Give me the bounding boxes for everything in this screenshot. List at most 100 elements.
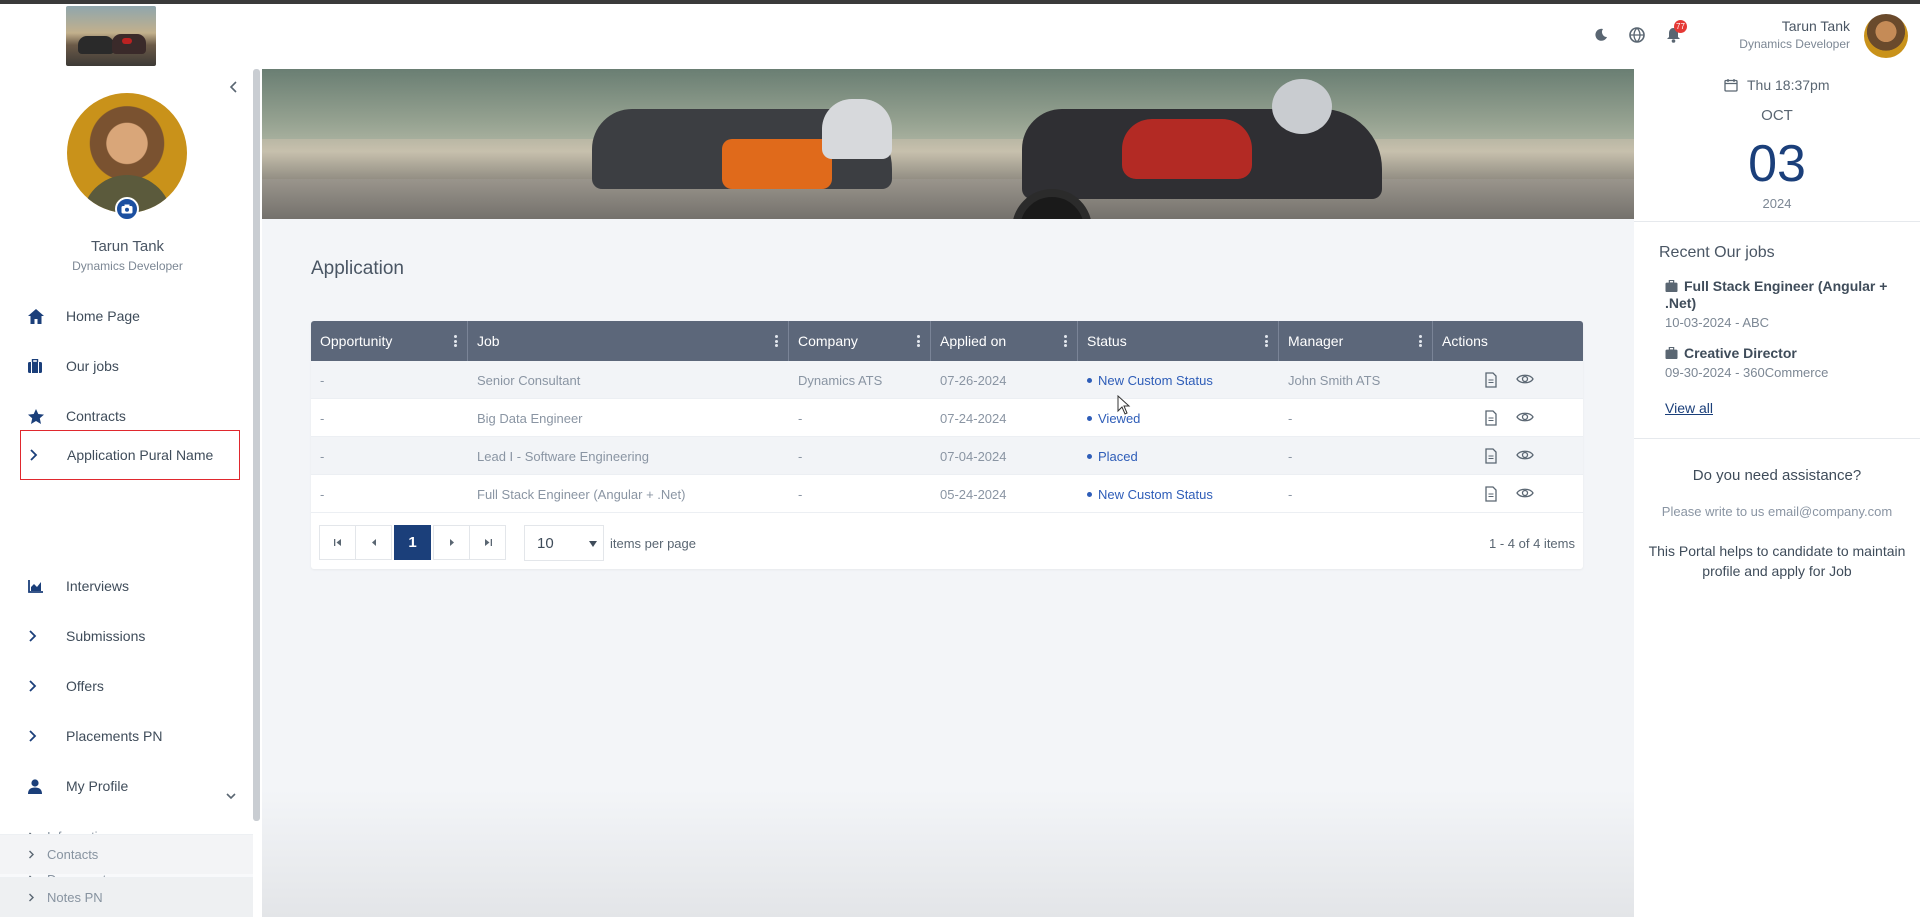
profile-avatar — [67, 93, 187, 213]
cell-opportunity: - — [320, 372, 325, 388]
header-avatar[interactable] — [1864, 14, 1908, 58]
cell-status-link[interactable]: Placed — [1078, 437, 1138, 475]
column-header-applied-on[interactable]: Applied on — [931, 321, 1078, 361]
document-icon[interactable] — [1484, 410, 1500, 426]
cell-company: - — [798, 410, 803, 426]
recent-job-meta: 09-30-2024 - 360Commerce — [1665, 365, 1829, 380]
previous-page-button[interactable] — [355, 525, 392, 560]
change-photo-button[interactable] — [115, 197, 139, 221]
content-bottom-fade — [262, 790, 1634, 917]
next-page-button[interactable] — [433, 525, 470, 560]
logo-bike-shape — [112, 34, 146, 54]
cell-company: - — [798, 448, 803, 464]
column-header-opportunity[interactable]: Opportunity — [311, 321, 468, 361]
table-row[interactable]: - Lead I - Software Engineering - 07-04-… — [311, 437, 1583, 475]
bell-icon[interactable]: 77 — [1664, 20, 1687, 44]
column-menu-icon[interactable] — [917, 335, 920, 347]
cell-manager: John Smith ATS — [1288, 372, 1381, 388]
table-row[interactable]: - Full Stack Engineer (Angular + .Net) -… — [311, 475, 1583, 513]
column-menu-icon[interactable] — [775, 335, 778, 347]
cell-status-link[interactable]: New Custom Status — [1078, 475, 1213, 513]
expand-profile-caret[interactable] — [226, 787, 236, 805]
briefcase-icon — [1665, 347, 1678, 359]
document-icon[interactable] — [1484, 486, 1500, 502]
eye-icon[interactable] — [1516, 448, 1536, 464]
next-page-icon — [449, 539, 454, 546]
column-header-company[interactable]: Company — [789, 321, 931, 361]
moon-icon[interactable] — [1592, 26, 1610, 44]
recent-job-title[interactable]: Creative Director — [1665, 345, 1900, 362]
sub-item-label: Notes PN — [47, 890, 103, 905]
home-icon — [20, 308, 54, 324]
cell-manager: - — [1288, 448, 1293, 464]
status-text: Placed — [1098, 448, 1138, 464]
banner-trees — [262, 69, 1634, 139]
table-row[interactable]: - Senior Consultant Dynamics ATS 07-26-2… — [311, 361, 1583, 399]
document-icon[interactable] — [1484, 448, 1500, 464]
chevron-right-icon — [21, 449, 55, 461]
recent-job-meta: 10-03-2024 - ABC — [1665, 315, 1770, 330]
header-user-info[interactable]: Tarun Tank Dynamics Developer — [1739, 18, 1850, 51]
banner-motorcycle-red — [982, 69, 1412, 219]
collapse-sidebar-button[interactable] — [226, 79, 242, 95]
cell-status-link[interactable]: New Custom Status — [1078, 361, 1213, 399]
column-menu-icon[interactable] — [1419, 335, 1422, 347]
profile-sub-notes[interactable]: Notes PN — [0, 877, 253, 917]
sidebar-item-label: Contracts — [66, 408, 126, 424]
globe-icon[interactable] — [1628, 26, 1646, 44]
first-page-button[interactable] — [319, 525, 356, 560]
chevron-down-icon — [226, 793, 236, 800]
divider — [1634, 438, 1920, 439]
chevron-left-icon — [229, 81, 237, 93]
sidebar-item-interviews[interactable]: Interviews — [20, 564, 240, 608]
chevron-right-icon — [20, 630, 54, 642]
column-menu-icon[interactable] — [1064, 335, 1067, 347]
previous-page-icon — [371, 539, 376, 546]
recent-job-title[interactable]: Full Stack Engineer (Angular + .Net) — [1665, 278, 1900, 312]
company-logo[interactable] — [66, 6, 156, 66]
eye-icon[interactable] — [1516, 372, 1536, 388]
header-user-name: Tarun Tank — [1781, 18, 1850, 34]
sidebar-item-home[interactable]: Home Page — [20, 294, 240, 338]
sidebar-scrollbar[interactable] — [253, 69, 260, 821]
sidebar-item-application[interactable]: Application Pural Name — [20, 430, 240, 480]
column-menu-icon[interactable] — [454, 335, 457, 347]
briefcase-icon — [20, 359, 54, 373]
banner-ground — [262, 179, 1634, 219]
page-size-select[interactable]: 10 — [524, 525, 604, 561]
cell-opportunity: - — [320, 410, 325, 426]
document-icon[interactable] — [1484, 372, 1500, 388]
column-menu-icon[interactable] — [1265, 335, 1268, 347]
first-page-icon — [333, 539, 341, 546]
sidebar-item-label: Our jobs — [66, 358, 119, 374]
sidebar-item-label: My Profile — [66, 778, 129, 794]
sidebar-item-submissions[interactable]: Submissions — [20, 614, 240, 658]
datetime-text: Thu 18:37pm — [1747, 77, 1830, 93]
eye-icon[interactable] — [1516, 410, 1536, 426]
column-header-job[interactable]: Job — [468, 321, 789, 361]
recent-jobs-title: Recent Our jobs — [1659, 244, 1775, 261]
table-row[interactable]: - Big Data Engineer - 07-24-2024 Viewed … — [311, 399, 1583, 437]
profile-sub-contacts[interactable]: Contacts — [0, 834, 253, 874]
column-header-status[interactable]: Status — [1078, 321, 1279, 361]
cell-applied-on: 07-24-2024 — [940, 410, 1007, 426]
page-number-button[interactable]: 1 — [394, 525, 431, 560]
sidebar-item-placements[interactable]: Placements PN — [20, 714, 240, 758]
cell-manager: - — [1288, 410, 1293, 426]
cell-job: Lead I - Software Engineering — [477, 448, 649, 464]
last-page-button[interactable] — [469, 525, 506, 560]
header-user-role: Dynamics Developer — [1739, 37, 1850, 51]
sidebar-item-our-jobs[interactable]: Our jobs — [20, 344, 240, 388]
sidebar-item-offers[interactable]: Offers — [20, 664, 240, 708]
column-header-manager[interactable]: Manager — [1279, 321, 1433, 361]
cell-status-link[interactable]: Viewed — [1078, 399, 1140, 437]
view-all-link[interactable]: View all — [1665, 400, 1713, 416]
sidebar-user-name: Tarun Tank — [90, 238, 165, 255]
sub-item-label: Contacts — [47, 847, 99, 862]
last-page-icon — [484, 539, 492, 546]
hero-banner — [262, 69, 1634, 219]
eye-icon[interactable] — [1516, 486, 1536, 502]
sidebar-item-my-profile[interactable]: My Profile — [20, 764, 240, 808]
cell-job: Big Data Engineer — [477, 410, 583, 426]
mouse-cursor-icon — [1117, 394, 1131, 420]
